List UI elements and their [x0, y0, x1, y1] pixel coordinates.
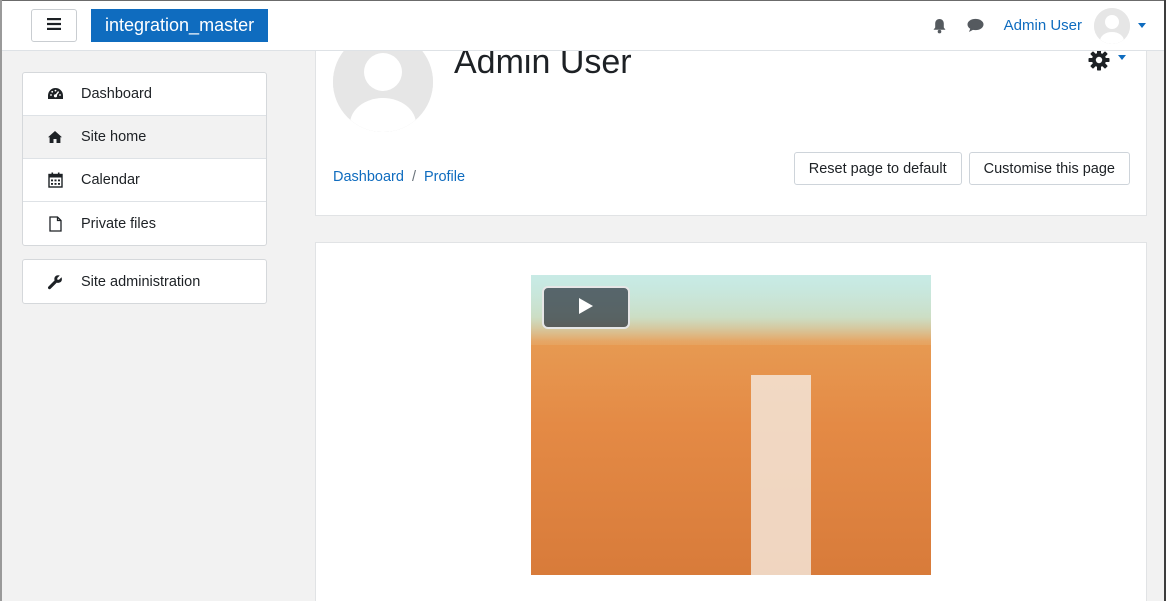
window-frame-left — [0, 0, 2, 601]
sidebar-item-label: Private files — [81, 215, 156, 232]
customise-page-button[interactable]: Customise this page — [968, 152, 1130, 185]
caret-down-icon[interactable] — [1138, 23, 1146, 28]
nav-drawer: Dashboard Site home Calendar Private fil… — [2, 51, 287, 601]
sidebar-item-label: Site administration — [81, 273, 201, 290]
sidebar-item-dashboard[interactable]: Dashboard — [23, 73, 266, 116]
sidebar-item-private-files[interactable]: Private files — [23, 202, 266, 245]
navbar-user-area: Admin User — [930, 0, 1146, 51]
gear-icon[interactable] — [1088, 49, 1110, 75]
breadcrumb-profile-link[interactable]: Profile — [424, 169, 465, 185]
sidebar-admin-group: Site administration — [22, 259, 267, 304]
breadcrumb-dashboard-link[interactable]: Dashboard — [333, 169, 404, 185]
page-settings-menu[interactable] — [1088, 49, 1126, 75]
profile-content-card — [315, 242, 1147, 601]
calendar-icon — [46, 171, 64, 189]
dashboard-icon — [46, 85, 64, 103]
sidebar-item-label: Calendar — [81, 172, 140, 188]
home-icon — [46, 128, 64, 146]
window-frame-top — [0, 0, 1166, 1]
top-navbar: integration_master Admin User — [0, 0, 1166, 51]
user-menu-name[interactable]: Admin User — [1004, 17, 1082, 34]
sidebar-item-site-administration[interactable]: Site administration — [23, 260, 266, 303]
hamburger-icon — [47, 17, 61, 34]
sidebar-item-calendar[interactable]: Calendar — [23, 159, 266, 202]
play-icon — [578, 297, 594, 319]
main-region: Admin User Dashboard / Profile Reset pag… — [287, 32, 1164, 601]
sidebar-item-site-home[interactable]: Site home — [23, 116, 266, 159]
sidebar-nav-group: Dashboard Site home Calendar Private fil… — [22, 72, 267, 246]
sidebar-item-label: Site home — [81, 129, 147, 145]
page-header: Admin User Dashboard / Profile Reset pag… — [315, 32, 1147, 216]
bell-icon[interactable] — [930, 16, 950, 36]
drawer-toggle-button[interactable] — [31, 9, 77, 42]
page-header-actions: Reset page to default Customise this pag… — [793, 152, 1130, 185]
breadcrumb-separator: / — [411, 169, 416, 185]
wrench-icon — [46, 273, 64, 291]
reset-page-button[interactable]: Reset page to default — [793, 152, 962, 185]
video-frame-detail — [751, 375, 811, 575]
site-brand-link[interactable]: integration_master — [91, 9, 269, 42]
sidebar-item-label: Dashboard — [81, 86, 152, 102]
video-player[interactable] — [531, 275, 931, 575]
user-avatar[interactable] — [1094, 7, 1130, 44]
play-button[interactable] — [542, 286, 630, 329]
chat-bubble-icon[interactable] — [966, 16, 986, 36]
file-icon — [46, 215, 64, 233]
breadcrumb: Dashboard / Profile — [333, 169, 465, 185]
caret-down-icon[interactable] — [1118, 54, 1126, 60]
